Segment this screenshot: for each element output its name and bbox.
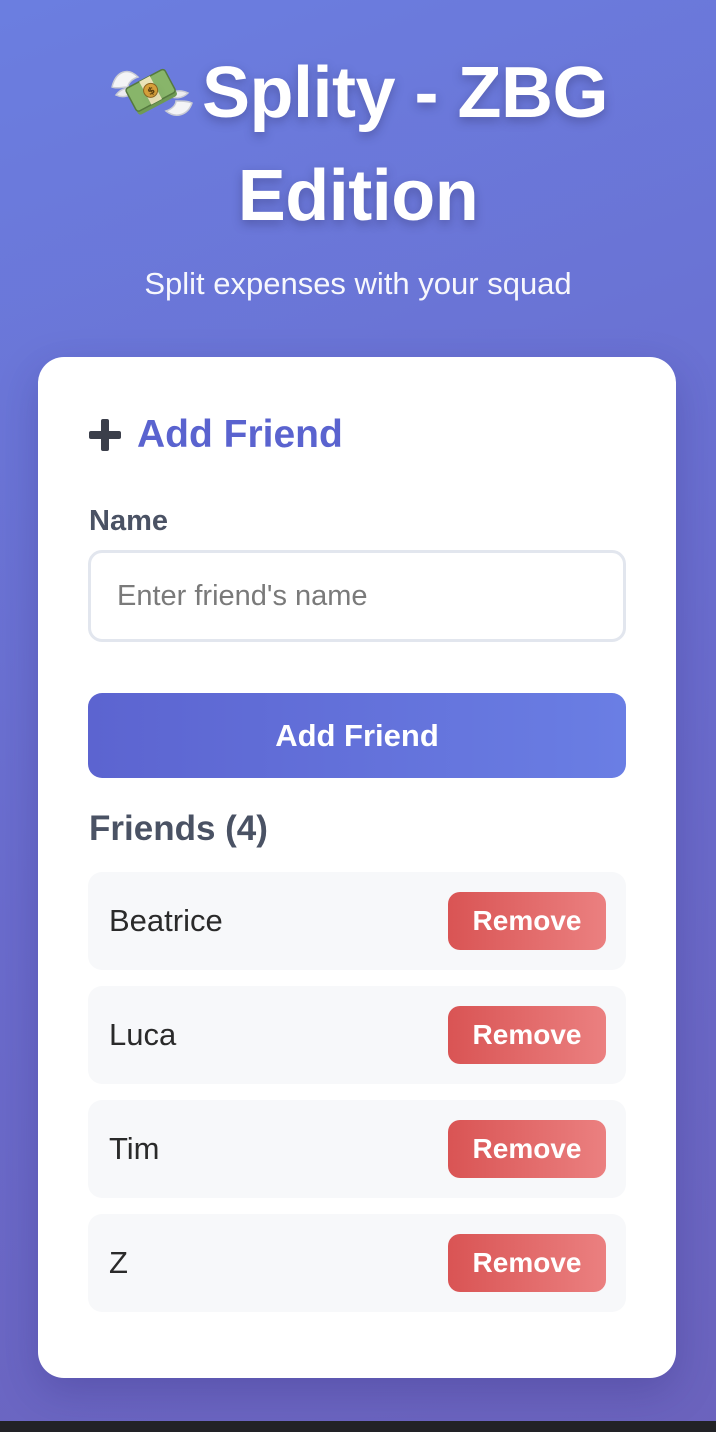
friend-row: Luca Remove: [88, 986, 626, 1084]
friend-name: Luca: [109, 1017, 177, 1052]
remove-friend-button[interactable]: Remove: [448, 1234, 606, 1292]
friends-list: Beatrice Remove Luca Remove Tim Remove Z…: [88, 872, 626, 1328]
friend-name: Beatrice: [109, 903, 223, 938]
add-friend-button[interactable]: Add Friend: [88, 693, 626, 778]
plus-icon: [89, 419, 121, 451]
remove-friend-button[interactable]: Remove: [448, 1120, 606, 1178]
friend-row: Z Remove: [88, 1214, 626, 1312]
friend-name: Z: [109, 1245, 128, 1280]
remove-friend-button[interactable]: Remove: [448, 892, 606, 950]
page: $ Splity - ZBG Edition Split expenses wi…: [0, 0, 716, 1421]
app-header: $ Splity - ZBG Edition Split expenses wi…: [0, 42, 716, 302]
name-field-label: Name: [89, 505, 168, 537]
add-friend-card: Add Friend Name Add Friend Friends (4) B…: [38, 357, 676, 1378]
friend-row: Beatrice Remove: [88, 872, 626, 970]
app-title: $ Splity - ZBG Edition: [58, 42, 658, 248]
bottom-edge-bar: [0, 1421, 716, 1432]
app-title-text: Splity - ZBG Edition: [202, 53, 609, 236]
friends-heading: Friends (4): [89, 809, 268, 848]
add-friend-heading-text: Add Friend: [137, 413, 343, 456]
friend-name-input[interactable]: [88, 550, 626, 642]
friend-name: Tim: [109, 1131, 160, 1166]
friend-row: Tim Remove: [88, 1100, 626, 1198]
money-with-wings-icon: $: [111, 68, 193, 116]
app-subtitle: Split expenses with your squad: [144, 266, 572, 301]
remove-friend-button[interactable]: Remove: [448, 1006, 606, 1064]
add-friend-heading: Add Friend: [89, 413, 343, 457]
